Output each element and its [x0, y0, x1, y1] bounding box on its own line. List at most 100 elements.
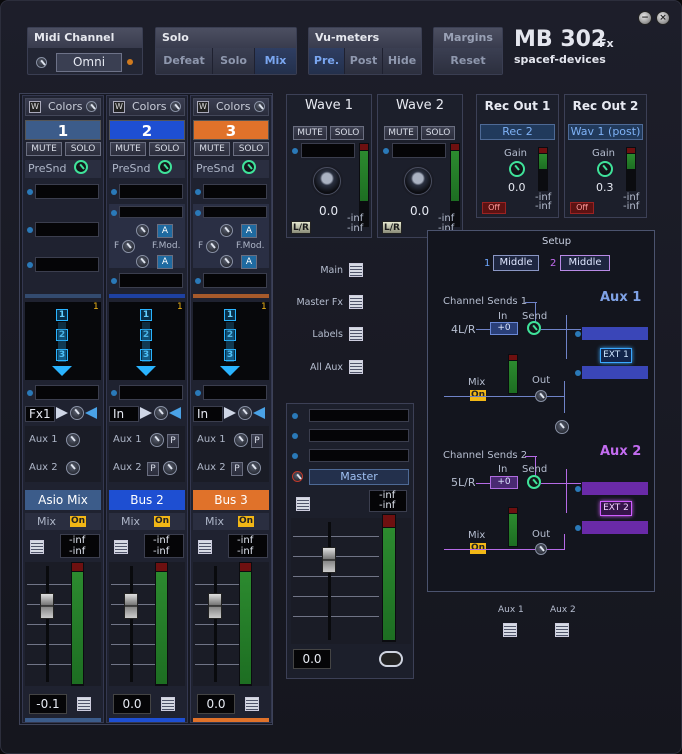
channel-1-fader[interactable] [40, 593, 54, 619]
setup-send-2-knob[interactable] [527, 475, 541, 489]
channel-2-insert-2[interactable] [119, 273, 183, 288]
master-slot-3[interactable] [309, 449, 409, 462]
channel-3-insert-1[interactable] [203, 184, 267, 199]
channel-3-f-knob[interactable] [206, 240, 219, 253]
channel-1-mute-button[interactable]: MUTE [26, 142, 62, 156]
channel-2-output-arrow-icon[interactable] [169, 407, 181, 419]
channel-2-input-select[interactable]: In [109, 406, 139, 422]
channel-3-route-1[interactable]: 1 [224, 309, 236, 321]
bottom-aux1-page-icon[interactable] [503, 623, 517, 637]
vu-post-button[interactable]: Post [345, 48, 383, 74]
main-link[interactable]: Main [289, 265, 343, 276]
channel-1-solo-button[interactable]: SOLO [65, 142, 101, 156]
minimize-button[interactable]: − [638, 11, 652, 25]
channel-1-input-knob[interactable] [70, 406, 84, 420]
rec-out-2-off-button[interactable]: Off [570, 202, 594, 214]
wave-2-mute-button[interactable]: MUTE [384, 126, 418, 140]
channel-3-colors-header[interactable]: W Colors [193, 98, 269, 116]
setup-input-2-gain[interactable]: +0 [490, 476, 518, 489]
channel-3-output-arrow-icon[interactable] [253, 407, 265, 419]
channel-3-bus-name[interactable]: Bus 3 [193, 490, 269, 510]
rec-out-1-off-button[interactable]: Off [482, 202, 506, 214]
channel-3-aux2-knob[interactable] [247, 461, 261, 475]
vu-hide-button[interactable]: Hide [383, 48, 421, 74]
channel-1-presnd-knob[interactable] [74, 160, 88, 174]
channel-1-insert-4[interactable] [35, 385, 99, 400]
wave-1-lr-button[interactable]: L/R [291, 221, 311, 234]
rec-out-2-gain-knob[interactable] [597, 161, 613, 177]
channel-3-filter-slot[interactable] [203, 206, 267, 218]
all-aux-link[interactable]: All Aux [289, 362, 343, 373]
channel-2-bus-name[interactable]: Bus 2 [109, 490, 185, 510]
setup-aux1-position-select[interactable]: Middle [493, 255, 539, 271]
master-slot-2[interactable] [309, 429, 409, 442]
channel-2-filter-slot[interactable] [119, 206, 183, 218]
master-link-icon[interactable] [379, 651, 403, 667]
master-fx-page-icon[interactable] [349, 295, 363, 309]
channel-1-input-arrow-icon[interactable] [56, 407, 68, 419]
rec-out-1-gain-knob[interactable] [509, 161, 525, 177]
channel-3-filter-knob-a[interactable] [220, 224, 233, 237]
channel-2-mute-button[interactable]: MUTE [110, 142, 146, 156]
channel-2-input-arrow-icon[interactable] [140, 407, 152, 419]
channel-1-aux2-knob[interactable] [66, 461, 80, 475]
channel-3-mute-button[interactable]: MUTE [194, 142, 230, 156]
channel-2-f-knob[interactable] [122, 240, 135, 253]
channel-3-w-icon[interactable]: W [197, 101, 209, 113]
channel-3-insert-2[interactable] [203, 273, 267, 288]
channel-2-aux2-knob[interactable] [163, 461, 177, 475]
master-fader[interactable] [322, 547, 336, 573]
setup-ext2-button[interactable]: EXT 2 [600, 501, 632, 516]
close-button[interactable]: × [656, 11, 670, 25]
channel-1-output-arrow-icon[interactable] [85, 407, 97, 419]
channel-1-mix-on[interactable]: On [70, 516, 86, 527]
channel-3-aux1-knob[interactable] [234, 433, 248, 447]
channel-1-aux1-knob[interactable] [66, 433, 80, 447]
rec-out-1-source-select[interactable]: Rec 2 [480, 124, 555, 140]
all-aux-page-icon[interactable] [349, 360, 363, 374]
channel-2-input-knob[interactable] [154, 406, 168, 420]
channel-2-a-button-2[interactable]: A [157, 255, 173, 269]
channel-3-insert-4[interactable] [203, 385, 267, 400]
wave-2-solo-button[interactable]: SOLO [421, 126, 455, 140]
channel-1-w-icon[interactable]: W [29, 101, 41, 113]
channel-3-level-field[interactable]: 0.0 [197, 694, 235, 714]
channel-3-a-button-2[interactable]: A [241, 255, 257, 269]
channel-1-color-knob-icon[interactable] [86, 101, 97, 112]
rec-out-2-source-select[interactable]: Wav 1 (post) [568, 124, 643, 140]
channel-1-level-field[interactable]: -0.1 [29, 694, 67, 714]
master-label[interactable]: Master [309, 469, 409, 485]
wave-1-pan-knob[interactable] [313, 167, 341, 195]
wave-2-lr-button[interactable]: L/R [382, 221, 402, 234]
channel-3-a-button-1[interactable]: A [241, 224, 257, 238]
channel-3-aux2-pre-button[interactable]: P [231, 462, 243, 476]
channel-2-insert-4[interactable] [119, 385, 183, 400]
channel-2-fader[interactable] [124, 593, 138, 619]
channel-2-filter-knob-a[interactable] [136, 224, 149, 237]
channel-3-fader[interactable] [208, 593, 222, 619]
setup-out-2-knob[interactable] [535, 543, 547, 555]
channel-2-colors-header[interactable]: W Colors [109, 98, 185, 116]
labels-page-icon[interactable] [349, 327, 363, 341]
channel-3-input-knob[interactable] [238, 406, 252, 420]
master-slot-1[interactable] [309, 409, 409, 422]
channel-2-aux2-pre-button[interactable]: P [147, 462, 159, 476]
wave-2-pan-knob[interactable] [404, 167, 432, 195]
channel-3-input-arrow-icon[interactable] [224, 407, 236, 419]
channel-1-input-select[interactable]: Fx1 [25, 406, 55, 422]
channel-3-mix-on[interactable]: On [238, 516, 254, 527]
channel-2-aux1-pre-button[interactable]: P [167, 434, 179, 448]
channel-2-filter-knob-b[interactable] [136, 255, 149, 268]
channel-3-filter-knob-b[interactable] [220, 255, 233, 268]
channel-1-insert-3[interactable] [35, 257, 99, 272]
channel-1-colors-header[interactable]: W Colors [25, 98, 101, 116]
setup-aux2-position-select[interactable]: Middle [560, 255, 610, 271]
master-fx-link[interactable]: Master Fx [289, 297, 343, 308]
wave-1-solo-button[interactable]: SOLO [330, 126, 364, 140]
setup-input-1-gain[interactable]: +0 [490, 322, 518, 335]
channel-1-insert-1[interactable] [35, 184, 99, 199]
channel-2-page-icon[interactable] [114, 540, 128, 554]
channel-2-color-knob-icon[interactable] [170, 101, 181, 112]
channel-2-bottom-page-icon[interactable] [161, 697, 175, 711]
channel-2-insert-1[interactable] [119, 184, 183, 199]
